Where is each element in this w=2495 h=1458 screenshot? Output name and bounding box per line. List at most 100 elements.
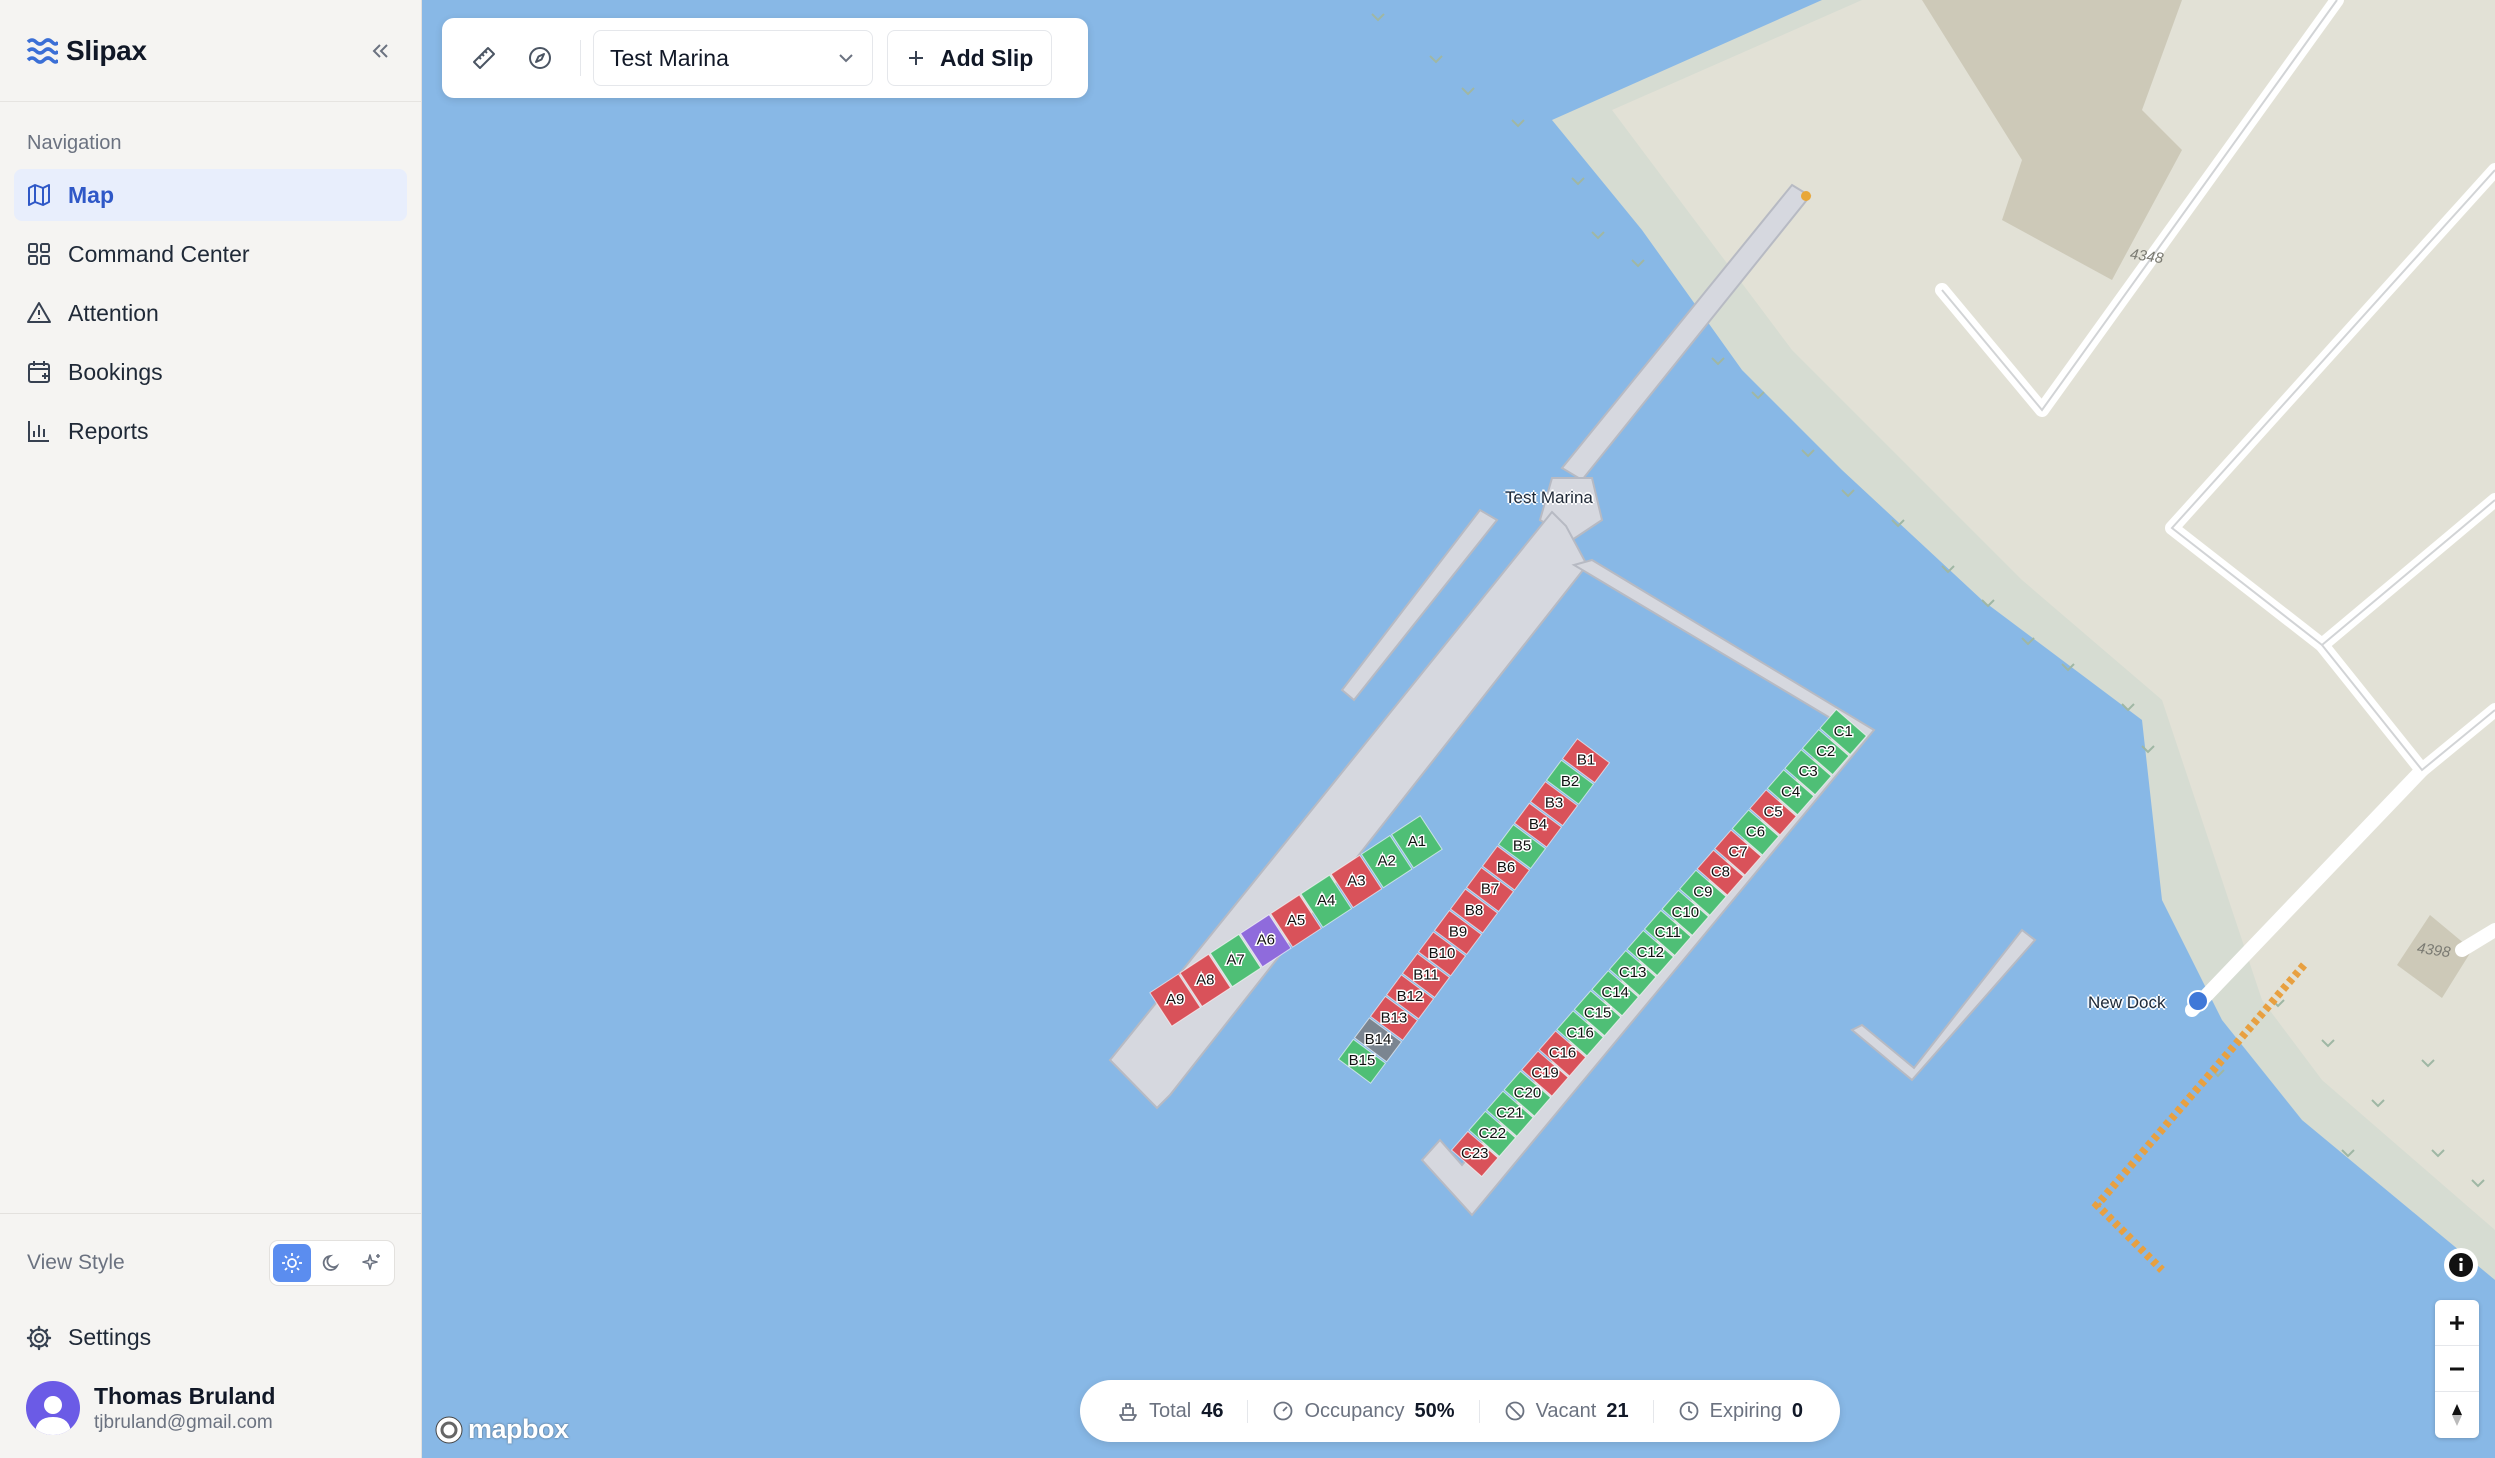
stat-value: 46 xyxy=(1201,1399,1224,1422)
clock-icon xyxy=(1679,1401,1699,1421)
dark-mode-button[interactable] xyxy=(313,1244,351,1282)
slip-label: B4 xyxy=(1529,816,1547,833)
light-mode-button[interactable] xyxy=(273,1244,311,1282)
grid-icon xyxy=(28,243,50,265)
toolbar-divider xyxy=(580,40,581,76)
slip-label: B10 xyxy=(1429,945,1456,962)
slip-label: C9 xyxy=(1693,884,1712,901)
reset-bearing-button[interactable] xyxy=(2435,1392,2479,1438)
slip-label: A1 xyxy=(1408,833,1426,850)
slip-label: C3 xyxy=(1799,763,1818,780)
slips-layer: A1 A2 A3 A4 A5 A6 A7 A8 A9 B1 B2 B3 B4 B5 B6 B7 B8 B9 B10 B… xyxy=(1149,708,1868,1178)
measure-tool-button[interactable] xyxy=(456,30,512,86)
gear-icon xyxy=(26,1325,52,1350)
nav-item-attention[interactable]: Attention xyxy=(14,287,407,339)
stat-occupancy: Occupancy 50% xyxy=(1247,1399,1478,1423)
map-toolbar: Test Marina Add Slip xyxy=(442,18,1088,98)
user-name: Thomas Bruland xyxy=(94,1382,276,1409)
nav-item-bookings[interactable]: Bookings xyxy=(14,346,407,398)
zoom-out-button[interactable] xyxy=(2435,1346,2479,1392)
slip-label: C16 xyxy=(1566,1024,1594,1041)
stat-label: Expiring xyxy=(1709,1399,1782,1422)
slip-label: B14 xyxy=(1365,1031,1392,1048)
slip-label: A6 xyxy=(1257,932,1275,949)
view-style-row: View Style xyxy=(0,1214,421,1286)
stat-value: 50% xyxy=(1414,1399,1455,1422)
moon-icon xyxy=(322,1254,340,1271)
brand: Slipax xyxy=(0,0,421,102)
slip-label: A5 xyxy=(1287,912,1305,929)
stat-label: Total xyxy=(1148,1399,1192,1422)
map-icon xyxy=(28,184,50,206)
slip-label: B12 xyxy=(1397,988,1424,1005)
slip-label: C14 xyxy=(1601,984,1629,1001)
mapbox-logo[interactable]: mapbox xyxy=(434,1414,569,1445)
slip-label: C22 xyxy=(1479,1125,1507,1142)
slip-label: C16 xyxy=(1549,1044,1577,1061)
mapbox-logo-icon xyxy=(435,1416,463,1443)
slip-label: A8 xyxy=(1196,971,1214,988)
stat-value: 0 xyxy=(1791,1399,1803,1422)
slip-label: C7 xyxy=(1728,844,1747,861)
stat-value: 21 xyxy=(1606,1399,1629,1422)
settings-label: Settings xyxy=(68,1324,152,1350)
add-slip-button[interactable]: Add Slip xyxy=(887,30,1053,86)
slip-label: A9 xyxy=(1166,991,1184,1008)
nav-item-label: Command Center xyxy=(68,240,250,267)
slip-label: C11 xyxy=(1655,924,1681,941)
info-icon xyxy=(2449,1253,2473,1277)
chevron-down-icon xyxy=(839,54,853,63)
slip-label: A7 xyxy=(1226,952,1244,969)
user-profile[interactable]: Thomas Bruland tjbruland@gmail.com xyxy=(0,1381,421,1435)
slip-label: C2 xyxy=(1816,743,1835,760)
nav-item-label: Map xyxy=(68,181,114,208)
slip-label: B15 xyxy=(1349,1052,1376,1069)
marina-label: Test Marina xyxy=(1505,488,1593,507)
boat-icon xyxy=(1119,1403,1137,1421)
nav-list: Map Command Center Attention Bookings Re… xyxy=(0,169,421,457)
brand-name: Slipax xyxy=(66,34,147,66)
sidebar-footer: View Style Settings Thomas Bruland tjbru… xyxy=(0,1213,421,1458)
attribution-info-button[interactable] xyxy=(2444,1248,2478,1282)
mapbox-logo-text: mapbox xyxy=(468,1414,569,1444)
nav-item-map[interactable]: Map xyxy=(14,169,407,221)
nav-item-label: Attention xyxy=(68,299,159,326)
slip-label: C10 xyxy=(1672,904,1700,921)
marina-select[interactable]: Test Marina xyxy=(593,30,873,86)
ruler-icon xyxy=(473,47,495,69)
nav-item-label: Bookings xyxy=(68,358,163,385)
slip-label: A3 xyxy=(1347,872,1365,889)
compass-icon xyxy=(529,47,551,69)
slip-label: C20 xyxy=(1514,1085,1542,1102)
slip-label: B2 xyxy=(1561,773,1579,790)
slip-label: B9 xyxy=(1449,923,1467,940)
compass-button[interactable] xyxy=(512,30,568,86)
slip-label: B7 xyxy=(1481,881,1499,898)
waves-logo-icon xyxy=(26,37,58,64)
nav-item-label: Reports xyxy=(68,417,149,444)
auto-mode-button[interactable] xyxy=(353,1244,391,1282)
slip-label: C5 xyxy=(1763,803,1782,820)
nav-item-reports[interactable]: Reports xyxy=(14,405,407,457)
plus-icon xyxy=(2450,1315,2464,1330)
stat-label: Occupancy xyxy=(1304,1399,1405,1422)
collapse-sidebar-button[interactable] xyxy=(363,34,397,68)
stat-total: Total 46 xyxy=(1093,1400,1248,1423)
slip-label: B1 xyxy=(1577,752,1595,769)
nav-item-command-center[interactable]: Command Center xyxy=(14,228,407,280)
map-canvas[interactable]: A1 A2 A3 A4 A5 A6 A7 A8 A9 B1 B2 B3 B4 B5 B6 B7 B8 B9 B10 B… xyxy=(422,0,2495,1458)
new-dock-label[interactable]: New Dock xyxy=(2088,993,2165,1013)
settings-link[interactable]: Settings xyxy=(0,1324,421,1351)
slip-label: A4 xyxy=(1317,892,1335,909)
slip-label: C19 xyxy=(1531,1065,1559,1082)
brand-logo[interactable]: Slipax xyxy=(26,35,147,67)
stat-vacant: Vacant 21 xyxy=(1478,1399,1653,1423)
calendar-icon xyxy=(28,361,50,383)
sidebar: Slipax Navigation Map Command Center Att… xyxy=(0,0,422,1458)
slip-label: B3 xyxy=(1545,795,1563,812)
zoom-in-button[interactable] xyxy=(2435,1300,2479,1346)
slip-label: C6 xyxy=(1746,823,1765,840)
slip-label: B13 xyxy=(1381,1009,1408,1026)
stats-bar: Total 46 Occupancy 50% Vacant 21 Expirin… xyxy=(1080,1380,1840,1442)
slip-label: C8 xyxy=(1711,864,1730,881)
